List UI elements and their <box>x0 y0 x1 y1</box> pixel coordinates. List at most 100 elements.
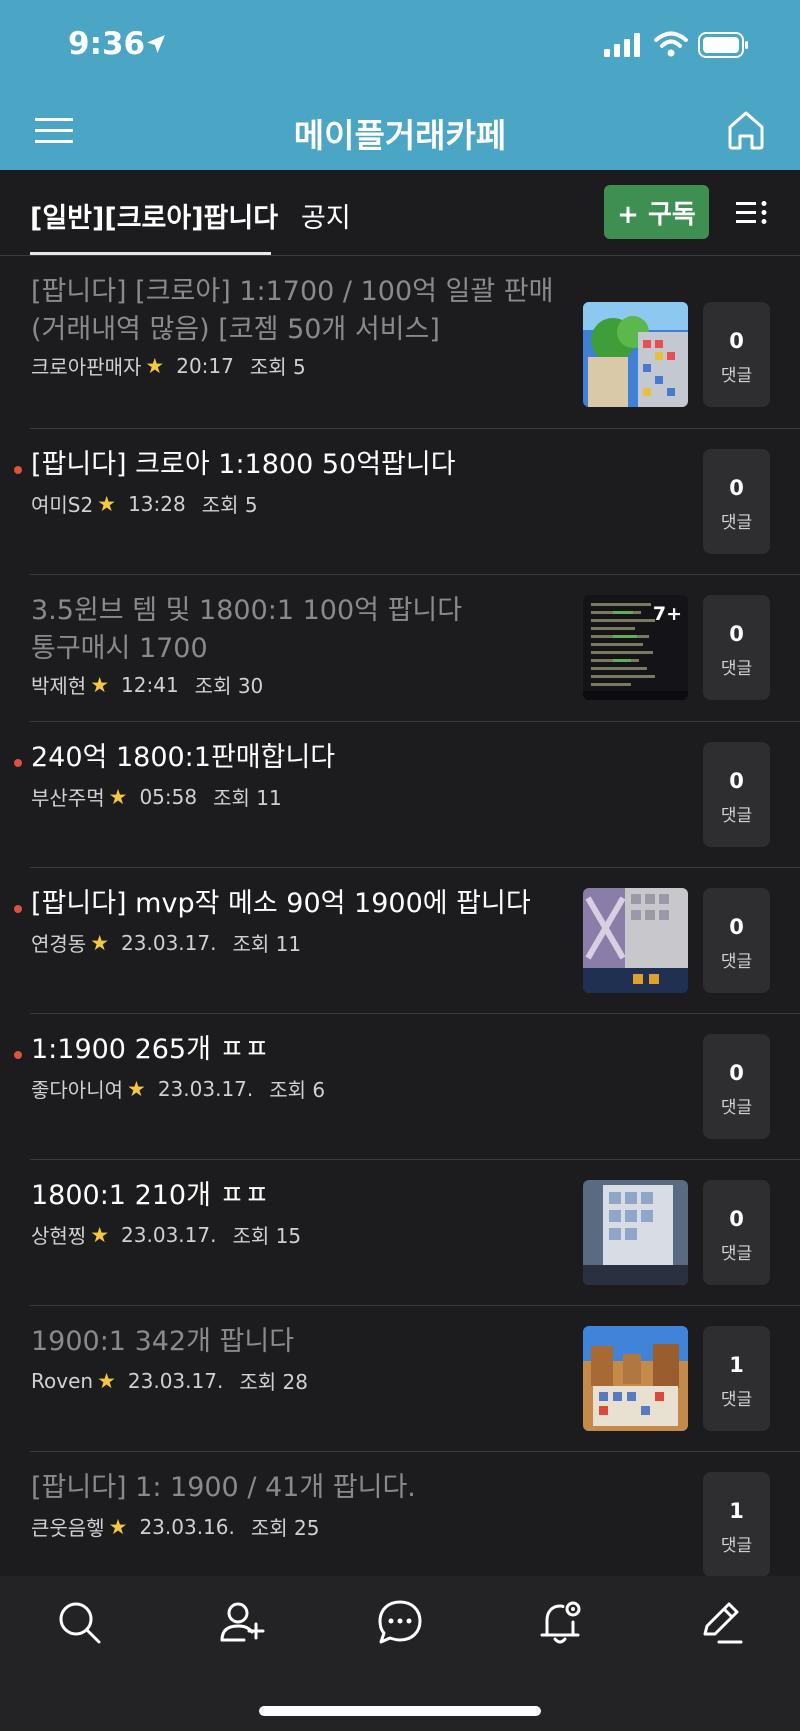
post-thumbnail <box>583 888 688 993</box>
list-item[interactable]: [팝니다] [크로아] 1:1700 / 100억 일괄 판매 (거래내역 많음… <box>0 256 800 429</box>
post-title: 240억 1800:1판매합니다 <box>31 742 336 773</box>
post-views: 조회 11 <box>213 786 282 810</box>
post-time: 05:58 <box>139 784 198 809</box>
post-title: [팝니다] 크로아 1:1800 50억팝니다 <box>31 449 456 480</box>
comment-count: 0 <box>729 769 744 793</box>
comment-count-box: 0 댓글 <box>703 742 770 847</box>
post-thumbnail <box>583 1180 688 1285</box>
comment-count-box: 0 댓글 <box>703 1034 770 1139</box>
post-time: 23.03.17. <box>157 1076 254 1101</box>
post-title: 1800:1 210개 ㅍㅍ <box>31 1180 270 1211</box>
comment-label: 댓글 <box>720 659 753 679</box>
star-icon: ★ <box>108 1514 128 1539</box>
post-meta: 좋다아니여 ★ 23.03.17. 조회 6 <box>31 1074 325 1103</box>
post-meta: 크로아판매자 ★ 20:17 조회 5 <box>31 351 306 380</box>
comment-label: 댓글 <box>720 366 753 386</box>
post-list: [팝니다] [크로아] 1:1700 / 100억 일괄 판매 (거래내역 많음… <box>0 256 800 1576</box>
star-icon: ★ <box>90 930 110 955</box>
post-views: 조회 15 <box>232 1224 302 1248</box>
comment-count: 1 <box>729 1499 744 1523</box>
comment-count-box: 0 댓글 <box>703 1180 770 1285</box>
list-item[interactable]: 1800:1 210개 ㅍㅍ 상현찡 ★ 23.03.17. 조회 15 0 댓… <box>0 1160 800 1306</box>
bottom-toolbar <box>0 1576 800 1731</box>
post-author: 큰웃음헿 <box>31 1516 105 1540</box>
comment-count: 1 <box>729 1353 744 1377</box>
chat-icon[interactable] <box>376 1598 424 1646</box>
home-icon[interactable] <box>722 106 770 154</box>
post-time: 23.03.16. <box>139 1514 235 1539</box>
post-author: 부산주먹 <box>31 786 105 810</box>
star-icon: ★ <box>108 784 128 809</box>
comment-label: 댓글 <box>720 1244 753 1264</box>
search-icon[interactable] <box>55 1598 103 1646</box>
tab-board[interactable]: [일반][크로아]팝니다 <box>30 196 278 235</box>
star-icon: ★ <box>127 1076 146 1101</box>
list-item[interactable]: [팝니다] mvp작 메소 90억 1900에 팝니다 연경동 ★ 23.03.… <box>0 868 800 1014</box>
post-author: 여미S2 <box>31 493 94 517</box>
list-item[interactable]: 1900:1 342개 팝니다 Roven ★ 23.03.17. 조회 28 … <box>0 1306 800 1452</box>
status-bar: 9:36 <box>0 0 800 92</box>
unread-indicator <box>14 759 22 767</box>
notification-settings-icon[interactable] <box>537 1598 585 1646</box>
list-item[interactable]: 3.5윈브 템 및 1800:1 100억 팝니다 통구매시 1700 박제현 … <box>0 575 800 722</box>
write-icon[interactable] <box>697 1598 745 1646</box>
post-author: 연경동 <box>31 932 87 956</box>
comment-count: 0 <box>729 1207 744 1231</box>
board-tabs: [일반][크로아]팝니다 공지 + 구독 <box>0 170 800 256</box>
list-options-icon[interactable] <box>736 199 768 227</box>
star-icon: ★ <box>97 491 117 516</box>
page-title: 메이플거래카페 <box>293 116 507 155</box>
active-tab-indicator <box>30 252 271 255</box>
comment-label: 댓글 <box>720 1390 753 1410</box>
post-meta: 상현찡 ★ 23.03.17. 조회 15 <box>31 1220 301 1249</box>
unread-indicator <box>14 466 22 474</box>
star-icon: ★ <box>145 353 165 378</box>
unread-indicator <box>14 1051 22 1059</box>
nav-bar: 메이플거래카페 <box>0 92 800 170</box>
list-item[interactable]: 1:1900 265개 ㅍㅍ 좋다아니여 ★ 23.03.17. 조회 6 0 … <box>0 1014 800 1160</box>
home-indicator <box>259 1706 541 1716</box>
star-icon: ★ <box>97 1368 116 1393</box>
post-meta: 큰웃음헿 ★ 23.03.16. 조회 25 <box>31 1512 319 1541</box>
post-views: 조회 5 <box>201 493 258 517</box>
comment-label: 댓글 <box>720 806 753 826</box>
location-arrow-icon <box>147 35 165 53</box>
post-author: 상현찡 <box>31 1224 87 1248</box>
post-meta: 박제현 ★ 12:41 조회 30 <box>31 670 263 699</box>
post-time: 12:41 <box>121 672 179 697</box>
post-title: [팝니다] mvp작 메소 90억 1900에 팝니다 <box>31 888 531 919</box>
comment-count-box: 1 댓글 <box>703 1472 770 1576</box>
post-time: 20:17 <box>176 353 234 378</box>
post-thumbnail: 7+ <box>583 595 688 700</box>
comment-label: 댓글 <box>720 952 753 972</box>
list-item[interactable]: [팝니다] 1: 1900 / 41개 팝니다. 큰웃음헿 ★ 23.03.16… <box>0 1452 800 1576</box>
status-time: 9:36 <box>68 26 146 62</box>
post-time: 23.03.17. <box>121 930 217 955</box>
comment-count-box: 0 댓글 <box>703 888 770 993</box>
add-member-icon[interactable] <box>218 1598 266 1646</box>
post-author: 크로아판매자 <box>31 355 142 379</box>
comment-count: 0 <box>729 1061 744 1085</box>
comment-label: 댓글 <box>720 513 753 533</box>
subscribe-button[interactable]: + 구독 <box>604 185 709 239</box>
comment-label: 댓글 <box>720 1536 753 1556</box>
comment-count: 0 <box>729 329 744 353</box>
post-views: 조회 30 <box>194 674 264 698</box>
comment-count-box: 1 댓글 <box>703 1326 770 1431</box>
post-title: 1900:1 342개 팝니다 <box>31 1326 295 1357</box>
list-item[interactable]: 240억 1800:1판매합니다 부산주먹 ★ 05:58 조회 11 0 댓글 <box>0 722 800 868</box>
post-title: [팝니다] 1: 1900 / 41개 팝니다. <box>31 1472 416 1503</box>
list-item[interactable]: [팝니다] 크로아 1:1800 50억팝니다 여미S2 ★ 13:28 조회 … <box>0 429 800 575</box>
tab-notice[interactable]: 공지 <box>301 196 351 235</box>
comment-count-box: 0 댓글 <box>703 302 770 407</box>
comment-count-box: 0 댓글 <box>703 449 770 554</box>
post-views: 조회 5 <box>249 355 306 379</box>
unread-indicator <box>14 905 22 913</box>
battery-icon <box>698 32 748 58</box>
post-title: 3.5윈브 템 및 1800:1 100억 팝니다 통구매시 1700 <box>31 595 463 664</box>
post-title: 1:1900 265개 ㅍㅍ <box>31 1034 270 1065</box>
wifi-icon <box>654 31 688 57</box>
post-author: 좋다아니여 <box>31 1078 123 1102</box>
cellular-signal-icon <box>604 33 640 57</box>
post-views: 조회 6 <box>269 1078 326 1102</box>
